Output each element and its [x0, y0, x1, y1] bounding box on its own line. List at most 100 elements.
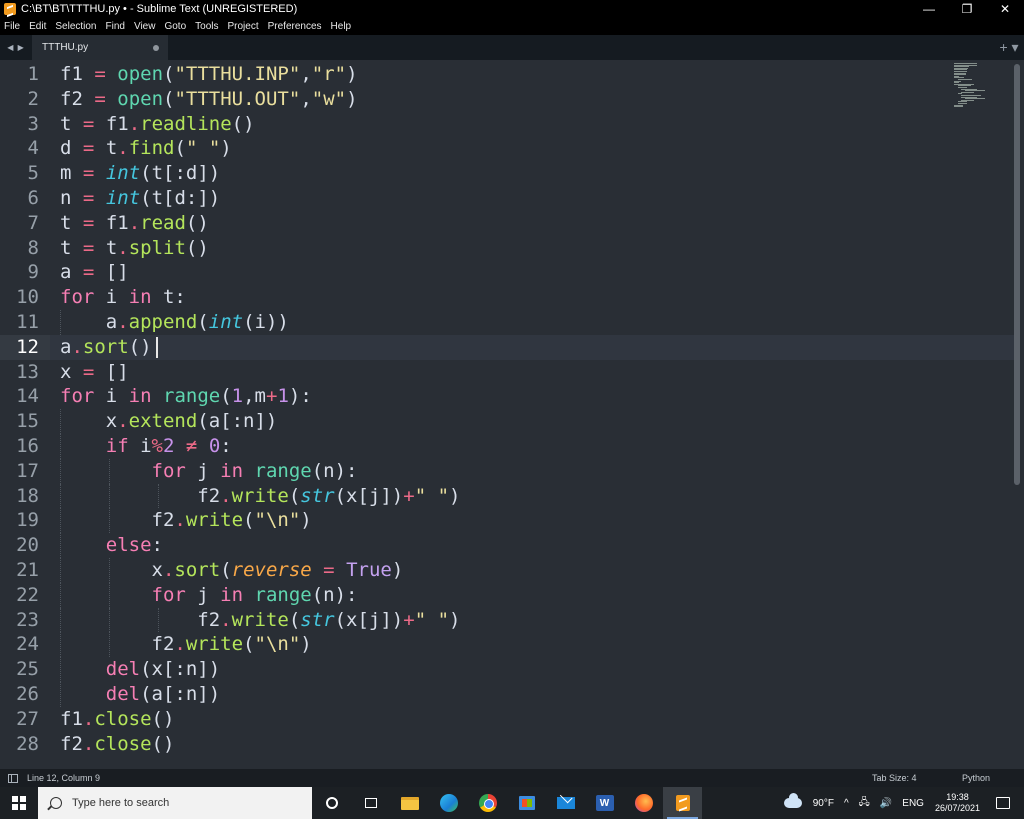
minimize-button[interactable]: —: [910, 0, 948, 18]
menu-preferences[interactable]: Preferences: [268, 21, 322, 32]
line-number[interactable]: 1: [0, 62, 39, 87]
code-line[interactable]: f2.write(str(x[j])+" "): [60, 484, 460, 509]
network-icon[interactable]: 🖧: [859, 795, 870, 812]
code-line[interactable]: x.extend(a[:n]): [60, 409, 278, 434]
line-number[interactable]: 18: [0, 484, 39, 509]
line-number[interactable]: 19: [0, 508, 39, 533]
store-button[interactable]: [507, 787, 546, 819]
menu-edit[interactable]: Edit: [29, 21, 46, 32]
line-number[interactable]: 27: [0, 707, 39, 732]
code-line[interactable]: t = f1.read(): [60, 211, 209, 236]
code-line[interactable]: t = t.split(): [60, 236, 209, 261]
code-line[interactable]: f2.write(str(x[j])+" "): [60, 608, 460, 633]
code-line[interactable]: if i%2 ≠ 0:: [60, 434, 232, 459]
line-number[interactable]: 4: [0, 136, 39, 161]
mail-button[interactable]: [546, 787, 585, 819]
code-line[interactable]: f1.close(): [60, 707, 174, 732]
menu-tools[interactable]: Tools: [195, 21, 218, 32]
line-number[interactable]: 14: [0, 384, 39, 409]
line-number[interactable]: 8: [0, 236, 39, 261]
line-number[interactable]: 9: [0, 260, 39, 285]
menu-view[interactable]: View: [134, 21, 156, 32]
code-line[interactable]: for i in range(1,m+1):: [60, 384, 312, 409]
line-number[interactable]: 22: [0, 583, 39, 608]
line-number[interactable]: 23: [0, 608, 39, 633]
line-number[interactable]: 11: [0, 310, 39, 335]
notifications-icon[interactable]: [996, 797, 1010, 809]
code-line[interactable]: else:: [60, 533, 163, 558]
line-number-gutter[interactable]: 1 2 3 4 5 6 7 8 9 10 11 12 13 14 15 16 17 18 19 20 21 22 23 24 2…: [0, 60, 50, 769]
unsaved-dot-icon[interactable]: [153, 44, 159, 51]
weather-cloud-icon[interactable]: [783, 793, 802, 808]
start-button[interactable]: [0, 787, 38, 819]
syntax-selector[interactable]: Python: [962, 773, 1024, 783]
language-indicator[interactable]: ENG: [902, 798, 924, 809]
line-number[interactable]: 3: [0, 112, 39, 137]
task-view-button[interactable]: [351, 787, 390, 819]
chrome-button[interactable]: [468, 787, 507, 819]
code-line[interactable]: for i in t:: [60, 285, 186, 310]
tab-ttthu-py[interactable]: TTTHU.py: [32, 35, 168, 60]
code-line[interactable]: del(x[:n]): [60, 657, 220, 682]
line-number[interactable]: 13: [0, 360, 39, 385]
menu-help[interactable]: Help: [331, 21, 352, 32]
line-number[interactable]: 28: [0, 732, 39, 757]
menu-project[interactable]: Project: [228, 21, 259, 32]
code-line[interactable]: a.append(int(i)): [60, 310, 289, 335]
volume-icon[interactable]: 🔊: [880, 798, 892, 809]
line-number[interactable]: 20: [0, 533, 39, 558]
code-line[interactable]: m = int(t[:d]): [60, 161, 220, 186]
firefox-button[interactable]: [624, 787, 663, 819]
cortana-button[interactable]: [312, 787, 351, 819]
file-explorer-button[interactable]: [390, 787, 429, 819]
line-number[interactable]: 16: [0, 434, 39, 459]
minimap[interactable]: [952, 60, 1012, 769]
tab-nav-arrows-icon[interactable]: ◀ ▶: [0, 35, 32, 60]
line-number[interactable]: 6: [0, 186, 39, 211]
code-line[interactable]: f2.write("\n"): [60, 632, 312, 657]
line-number[interactable]: 25: [0, 657, 39, 682]
line-number[interactable]: 17: [0, 459, 39, 484]
line-number[interactable]: 26: [0, 682, 39, 707]
line-number[interactable]: 21: [0, 558, 39, 583]
line-number[interactable]: 15: [0, 409, 39, 434]
menu-goto[interactable]: Goto: [164, 21, 186, 32]
line-number[interactable]: 10: [0, 285, 39, 310]
line-number[interactable]: 12: [0, 334, 50, 360]
code-line[interactable]: a = []: [60, 260, 129, 285]
code-line[interactable]: del(a[:n]): [60, 682, 220, 707]
line-number[interactable]: 5: [0, 161, 39, 186]
code-line[interactable]: d = t.find(" "): [60, 136, 232, 161]
code-line[interactable]: for j in range(n):: [60, 459, 358, 484]
code-line[interactable]: x.sort(reverse = True): [60, 558, 404, 583]
menu-file[interactable]: File: [4, 21, 20, 32]
code-line[interactable]: f1 = open("TTTHU.INP","r"): [60, 62, 358, 87]
close-button[interactable]: ✕: [986, 0, 1024, 18]
edge-button[interactable]: [429, 787, 468, 819]
vertical-scrollbar[interactable]: [1014, 64, 1020, 485]
restore-button[interactable]: ❐: [948, 0, 986, 18]
line-number[interactable]: 2: [0, 87, 39, 112]
code-line[interactable]: n = int(t[d:]): [60, 186, 220, 211]
line-number[interactable]: 24: [0, 632, 39, 657]
word-button[interactable]: W: [585, 787, 624, 819]
panel-toggle-icon[interactable]: [8, 773, 18, 783]
code-line[interactable]: f2.close(): [60, 732, 174, 757]
code-line[interactable]: f2 = open("TTTHU.OUT","w"): [60, 87, 358, 112]
tray-chevron-icon[interactable]: ^: [844, 798, 849, 809]
code-line[interactable]: x = []: [60, 360, 129, 385]
menu-find[interactable]: Find: [106, 21, 125, 32]
code-line[interactable]: for j in range(n):: [60, 583, 358, 608]
code-line[interactable]: a.sort(): [60, 335, 152, 360]
taskbar-search[interactable]: Type here to search: [38, 787, 312, 819]
new-tab-button[interactable]: + ▾: [994, 35, 1024, 60]
clock[interactable]: 19:38 26/07/2021: [935, 792, 980, 814]
line-number[interactable]: 7: [0, 211, 39, 236]
sublime-taskbar-button[interactable]: [663, 787, 702, 819]
menu-selection[interactable]: Selection: [55, 21, 96, 32]
code-editor[interactable]: 1 2 3 4 5 6 7 8 9 10 11 12 13 14 15 16 17 18 19 20 21 22 23 24 2…: [0, 60, 1024, 769]
tab-size[interactable]: Tab Size: 4: [872, 773, 962, 783]
code-line[interactable]: t = f1.readline(): [60, 112, 255, 137]
cursor-position[interactable]: Line 12, Column 9: [27, 773, 872, 783]
weather-temp[interactable]: 90°F: [813, 798, 834, 809]
